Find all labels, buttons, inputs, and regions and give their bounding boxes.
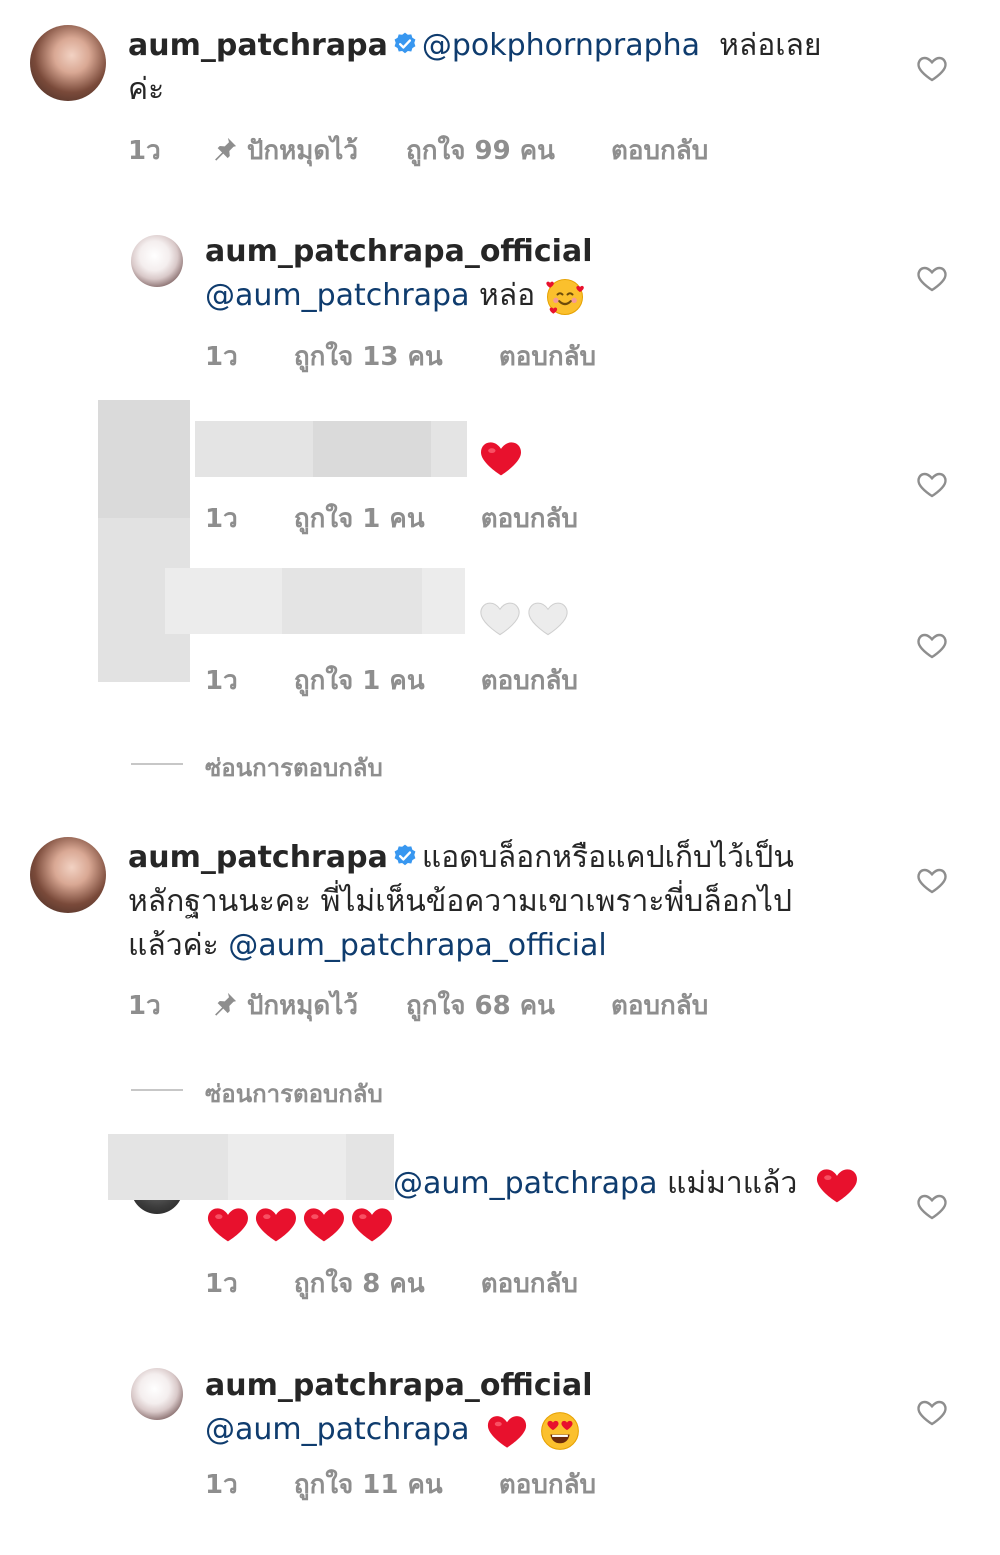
comment-mention[interactable]: @aum_patchrapa [205,1412,469,1447]
red-heart-emoji [814,1163,860,1207]
comment-body-line1: แอดบล็อกหรือแคปเก็บไว้เป็น [421,840,794,875]
heart-outline-icon [915,1190,949,1222]
comment-text: aum_patchrapa แอดบล็อกหรือแคปเก็บไว้เป็น … [128,836,888,968]
white-heart-emoji [526,597,570,639]
comment-meta: 1ว ถูกใจ 13 คน ตอบกลับ [205,336,596,377]
comment-text: aum_patchrapa_official @aum_patchrapa หล… [205,230,885,318]
comment-meta: 1ว ถูกใจ 11 คน ตอบกลับ [205,1464,596,1505]
comment-body-line2: ค่ะ [128,72,165,107]
heart-outline-icon [915,864,949,896]
like-button[interactable] [915,629,949,661]
reply-button[interactable]: ตอบกลับ [499,342,596,372]
censored-block [98,400,190,518]
verified-badge-icon [392,31,418,57]
heart-outline-icon [915,629,949,661]
comment-body: หล่อเลย [719,28,822,63]
comment-meta: 1ว ถูกใจ 1 คน ตอบกลับ [205,660,578,701]
comment-username[interactable]: aum_patchrapa_official [205,234,592,269]
pinned-label: ปักหมุดไว้ [246,136,358,166]
heart-outline-icon [915,52,949,84]
like-button[interactable] [915,864,949,896]
likes-count[interactable]: ถูกใจ 99 คน [406,136,555,166]
like-button[interactable] [915,1396,949,1428]
hide-replies-button[interactable]: ซ่อนการตอบกลับ [205,1074,383,1113]
red-heart-emoji [301,1202,347,1246]
likes-count[interactable]: ถูกใจ 1 คน [294,666,425,696]
red-heart-emoji [478,436,524,480]
comment-body-line2: หลักฐานนะคะ พี่ไม่เห็นข้อความเขาเพราะพี่… [128,884,793,919]
reply-button[interactable]: ตอบกลับ [481,666,578,696]
comment-meta: 1ว ปักหมุดไว้ ถูกใจ 68 คน ตอบกลับ [128,985,708,1026]
verified-badge-icon [392,843,418,869]
comment-time: 1ว [205,666,238,696]
comment-time: 1ว [205,1269,238,1299]
comment-time: 1ว [205,342,238,372]
comment-time: 1ว [205,504,238,534]
divider-line [131,763,183,765]
comment-username[interactable]: aum_patchrapa [128,28,388,63]
comment-time: 1ว [205,1470,238,1500]
heart-outline-icon [915,468,949,500]
pin-icon [211,135,239,163]
reply-button[interactable]: ตอบกลับ [499,1470,596,1500]
heart-eyes-emoji [539,1410,581,1452]
white-heart-emoji [478,597,522,639]
like-button[interactable] [915,52,949,84]
comment-mention[interactable]: @pokphornprapha [422,28,700,63]
likes-count[interactable]: ถูกใจ 1 คน [294,504,425,534]
like-button[interactable] [915,1190,949,1222]
comment-text: @aum_patchrapa แม่มาแล้ว [393,1162,873,1206]
like-button[interactable] [915,468,949,500]
hide-replies-button[interactable]: ซ่อนการตอบกลับ [205,748,383,787]
pinned-label: ปักหมุดไว้ [246,991,358,1021]
comment-text: aum_patchrapa_official @aum_patchrapa [205,1364,885,1452]
reply-button[interactable]: ตอบกลับ [611,136,708,166]
heart-outline-icon [915,262,949,294]
smiling-face-with-hearts-emoji [545,277,585,317]
pin-icon [211,990,239,1018]
likes-count[interactable]: ถูกใจ 8 คน [294,1269,425,1299]
avatar[interactable] [131,235,183,287]
comment-meta: 1ว ถูกใจ 8 คน ตอบกลับ [205,1263,578,1304]
comment-body: แม่มาแล้ว [667,1166,798,1201]
comment-body: หล่อ [479,278,536,313]
reply-button[interactable]: ตอบกลับ [481,1269,578,1299]
red-heart-emoji [349,1202,395,1246]
red-heart-emoji [485,1410,529,1452]
comment-time: 1ว [128,136,161,166]
divider-line [131,1089,183,1091]
comment-meta: 1ว ถูกใจ 1 คน ตอบกลับ [205,498,578,539]
comment-mention[interactable]: @aum_patchrapa [205,278,469,313]
comment-mention[interactable]: @aum_patchrapa_official [228,928,606,963]
red-heart-emoji [205,1202,251,1246]
comment-username[interactable]: aum_patchrapa [128,840,388,875]
red-heart-emoji [253,1202,299,1246]
comment-time: 1ว [128,991,161,1021]
avatar[interactable] [131,1368,183,1420]
avatar[interactable] [30,837,106,913]
comment-username[interactable]: aum_patchrapa_official [205,1368,592,1403]
likes-count[interactable]: ถูกใจ 13 คน [294,342,443,372]
censored-text [313,421,431,477]
heart-outline-icon [915,1396,949,1428]
censored-text [282,568,422,634]
comment-meta: 1ว ปักหมุดไว้ ถูกใจ 99 คน ตอบกลับ [128,130,708,171]
comment-body-line3: แล้วค่ะ [128,928,219,963]
reply-button[interactable]: ตอบกลับ [611,991,708,1021]
likes-count[interactable]: ถูกใจ 68 คน [406,991,555,1021]
likes-count[interactable]: ถูกใจ 11 คน [294,1470,443,1500]
reply-button[interactable]: ตอบกลับ [481,504,578,534]
comment-mention[interactable]: @aum_patchrapa [393,1166,657,1201]
avatar[interactable] [30,25,106,101]
like-button[interactable] [915,262,949,294]
censored-username [228,1134,346,1200]
comment-text: aum_patchrapa @pokphornprapha หล่อเลย ค่ะ [128,24,898,112]
